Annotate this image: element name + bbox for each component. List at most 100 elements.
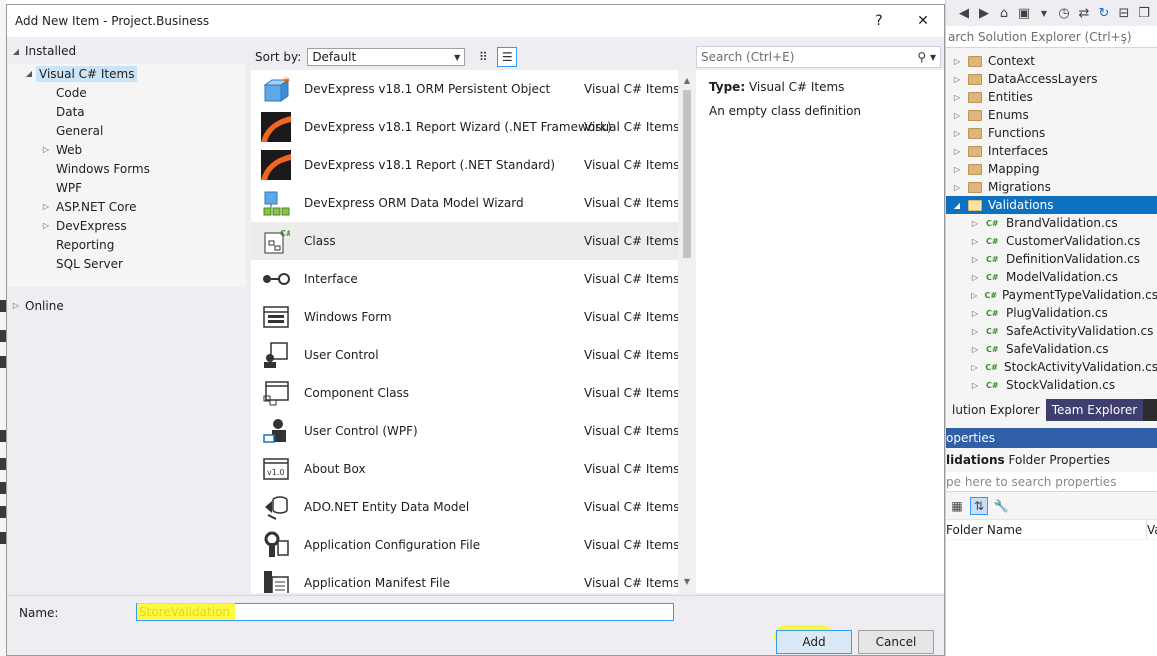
se-file-row[interactable]: ▷ C# StockValidation.cs (946, 376, 1157, 394)
expand-arrow-icon[interactable]: ▷ (970, 237, 980, 246)
sync-icon[interactable]: ⇄ (1076, 5, 1092, 21)
tab-solution-explorer[interactable]: lution Explorer (946, 399, 1046, 421)
expand-arrow-icon[interactable]: ▷ (970, 273, 980, 282)
se-folder-interfaces[interactable]: ▷ Interfaces (946, 142, 1157, 160)
categorized-icon[interactable]: ▦ (948, 497, 966, 515)
template-item[interactable]: Component Class Visual C# Items (251, 374, 679, 412)
se-file-row[interactable]: ▷ C# PlugValidation.cs (946, 304, 1157, 322)
category-sql-server[interactable]: SQL Server (8, 254, 246, 273)
template-search-input[interactable]: Search (Ctrl+E) ⚲ ▾ (696, 46, 941, 68)
category-visual-csharp-items[interactable]: ◢ Visual C# Items (8, 64, 246, 83)
expand-arrow-icon[interactable]: ▷ (952, 147, 962, 156)
se-file-row[interactable]: ▷ C# SafeValidation.cs (946, 340, 1157, 358)
expand-arrow-icon[interactable]: ▷ (970, 219, 980, 228)
help-button[interactable]: ? (867, 9, 891, 33)
expand-arrow-icon[interactable]: ▷ (39, 145, 53, 154)
expand-arrow-icon[interactable]: ▷ (952, 111, 962, 120)
properties-search[interactable]: pe here to search properties (946, 472, 1157, 492)
expand-arrow-icon[interactable]: ▷ (970, 345, 980, 354)
template-item[interactable]: User Control Visual C# Items (251, 336, 679, 374)
category-web[interactable]: ▷ Web (8, 140, 246, 159)
category-online[interactable]: ▷ Online (7, 296, 64, 315)
switch-views-icon[interactable]: ▣ (1016, 5, 1032, 21)
se-folder-mapping[interactable]: ▷ Mapping (946, 160, 1157, 178)
scroll-up-icon[interactable]: ▲ (678, 74, 696, 88)
category-wpf[interactable]: WPF (8, 178, 246, 197)
home-icon[interactable]: ⌂ (996, 5, 1012, 21)
template-item[interactable]: ADO.NET Entity Data Model Visual C# Item… (251, 488, 679, 526)
se-file-row[interactable]: ▷ C# PaymentTypeValidation.cs (946, 286, 1157, 304)
se-file-row[interactable]: ▷ C# StockActivityValidation.cs (946, 358, 1157, 376)
expand-arrow-icon[interactable]: ▷ (952, 75, 962, 84)
template-list-scrollbar[interactable]: ▲ ▼ (678, 70, 696, 593)
template-item[interactable]: Interface Visual C# Items (251, 260, 679, 298)
category-reporting[interactable]: Reporting (8, 235, 246, 254)
category-aspnet-core[interactable]: ▷ ASP.NET Core (8, 197, 246, 216)
sort-select[interactable]: Default ▼ (307, 48, 466, 66)
template-item[interactable]: Application Manifest File Visual C# Item… (251, 564, 679, 593)
expand-arrow-icon[interactable]: ▷ (970, 309, 980, 318)
property-row-folder-name[interactable]: Folder Name Va (946, 519, 1157, 539)
close-button[interactable]: ✕ (911, 9, 935, 33)
category-devexpress[interactable]: ▷ DevExpress (8, 216, 246, 235)
template-item[interactable]: Windows Form Visual C# Items (251, 298, 679, 336)
se-file-row[interactable]: ▷ C# BrandValidation.cs (946, 214, 1157, 232)
se-folder-validations[interactable]: ◢ Validations (946, 196, 1157, 214)
forward-icon[interactable]: ▶ (976, 5, 992, 21)
template-item[interactable]: DevExpress ORM Data Model Wizard Visual … (251, 184, 679, 222)
se-file-row[interactable]: ▷ C# SafeActivityValidation.cs (946, 322, 1157, 340)
category-code[interactable]: Code (8, 83, 246, 102)
copy-icon[interactable]: ❐ (1136, 5, 1152, 21)
collapse-arrow-icon[interactable]: ◢ (7, 47, 25, 56)
template-item-selected[interactable]: C# Class Visual C# Items (251, 222, 679, 260)
search-icon[interactable]: ⚲ ▾ (917, 50, 936, 64)
property-pages-icon[interactable]: 🔧 (992, 497, 1010, 515)
expand-arrow-icon[interactable]: ▷ (970, 381, 980, 390)
scroll-down-icon[interactable]: ▼ (678, 575, 696, 589)
category-general[interactable]: General (8, 121, 246, 140)
expand-arrow-icon[interactable]: ▷ (39, 202, 53, 211)
se-folder-entities[interactable]: ▷ Entities (946, 88, 1157, 106)
collapse-arrow-icon[interactable]: ◢ (952, 201, 962, 210)
se-folder-context[interactable]: ▷ Context (946, 52, 1157, 70)
alphabetical-icon[interactable]: ⇅ (970, 497, 988, 515)
small-icons-view-icon[interactable]: ⠿ (473, 47, 493, 67)
cancel-button[interactable]: Cancel (858, 630, 934, 654)
se-folder-functions[interactable]: ▷ Functions (946, 124, 1157, 142)
se-file-row[interactable]: ▷ C# DefinitionValidation.cs (946, 250, 1157, 268)
expand-arrow-icon[interactable]: ▷ (970, 363, 979, 372)
se-folder-migrations[interactable]: ▷ Migrations (946, 178, 1157, 196)
add-button[interactable]: Add (776, 630, 852, 654)
template-item[interactable]: Application Configuration File Visual C#… (251, 526, 679, 564)
se-folder-data-access-layers[interactable]: ▷ DataAccessLayers (946, 70, 1157, 88)
tab-team-explorer[interactable]: Team Explorer (1045, 399, 1144, 421)
expand-arrow-icon[interactable]: ▷ (39, 221, 53, 230)
expand-arrow-icon[interactable]: ▷ (952, 93, 962, 102)
category-data[interactable]: Data (8, 102, 246, 121)
solution-explorer-search[interactable]: arch Solution Explorer (Ctrl+ş) (946, 26, 1157, 48)
back-icon[interactable]: ◀ (956, 5, 972, 21)
name-input[interactable] (136, 603, 674, 621)
template-item[interactable]: User Control (WPF) Visual C# Items (251, 412, 679, 450)
category-windows-forms[interactable]: Windows Forms (8, 159, 246, 178)
template-item[interactable]: DevExpress v18.1 Report (.NET Standard) … (251, 146, 679, 184)
expand-arrow-icon[interactable]: ▷ (970, 327, 980, 336)
template-item[interactable]: ✳ DevExpress v18.1 ORM Persistent Object… (251, 70, 679, 108)
refresh-icon[interactable]: ↻ (1096, 5, 1112, 21)
template-item[interactable]: v1.0 About Box Visual C# Items (251, 450, 679, 488)
se-file-row[interactable]: ▷ C# ModelValidation.cs (946, 268, 1157, 286)
scroll-thumb[interactable] (683, 90, 691, 258)
collapse-all-icon[interactable]: ⊟ (1116, 5, 1132, 21)
se-file-row[interactable]: ▷ C# CustomerValidation.cs (946, 232, 1157, 250)
expand-arrow-icon[interactable]: ▷ (952, 183, 962, 192)
expand-arrow-icon[interactable]: ▷ (7, 301, 25, 310)
list-view-icon[interactable]: ☰ (497, 47, 518, 67)
dropdown-icon[interactable]: ▼ (1036, 5, 1052, 21)
installed-header[interactable]: ◢ Installed (7, 42, 76, 60)
expand-arrow-icon[interactable]: ▷ (952, 129, 962, 138)
pending-changes-icon[interactable]: ◷ (1056, 5, 1072, 21)
template-item[interactable]: DevExpress v18.1 Report Wizard (.NET Fra… (251, 108, 679, 146)
expand-arrow-icon[interactable]: ▷ (970, 291, 978, 300)
expand-arrow-icon[interactable]: ▷ (952, 165, 962, 174)
expand-arrow-icon[interactable]: ▷ (952, 57, 962, 66)
